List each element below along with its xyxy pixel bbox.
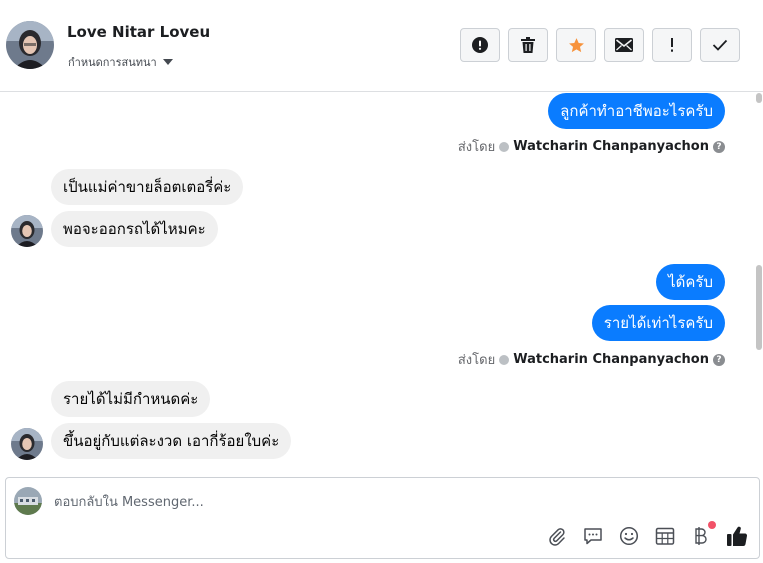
- scrollbar-thumb-top[interactable]: [756, 93, 762, 103]
- conversation-actions: [460, 28, 740, 62]
- help-icon[interactable]: ?: [713, 353, 725, 366]
- done-button[interactable]: [700, 28, 740, 62]
- assign-conversation-dropdown[interactable]: กำหนดการสนทนา: [68, 53, 173, 71]
- composer-toolbar: [545, 521, 749, 548]
- agent-name: Watcharin Chanpanyachon: [513, 352, 709, 367]
- message-bubble-outgoing[interactable]: ได้ครับ: [656, 264, 725, 300]
- paperclip-icon: [549, 528, 565, 546]
- contact-avatar[interactable]: [6, 21, 54, 69]
- sent-by-label: ส่งโดย: [457, 140, 496, 155]
- help-icon[interactable]: ?: [713, 140, 725, 153]
- message-bubble-outgoing[interactable]: ลูกค้าทำอาชีพอะไรครับ: [548, 93, 725, 129]
- follow-up-button[interactable]: [652, 28, 692, 62]
- appointment-icon: [655, 527, 675, 545]
- page-avatar: [14, 487, 42, 515]
- page-badge-icon: [499, 354, 510, 365]
- sent-by-label: ส่งโดย: [457, 353, 496, 368]
- like-button[interactable]: [725, 524, 749, 548]
- caret-down-icon: [162, 59, 173, 65]
- saved-reply-button[interactable]: [581, 524, 605, 548]
- contact-name[interactable]: Love Nitar Loveu: [67, 23, 210, 41]
- contact-small-avatar: [11, 428, 43, 460]
- saved-reply-icon: [584, 528, 602, 545]
- envelope-icon: [615, 38, 633, 52]
- alert-circle-icon: [472, 37, 488, 53]
- page-badge-icon: [499, 141, 510, 152]
- scrollbar-thumb[interactable]: [756, 265, 762, 350]
- message-bubble-outgoing[interactable]: รายได้เท่าไรครับ: [591, 305, 725, 341]
- conversation-header: Love Nitar Loveu กำหนดการสนทนา: [0, 0, 763, 92]
- reply-composer: [5, 477, 760, 559]
- attach-button[interactable]: [545, 524, 569, 548]
- emoji-button[interactable]: [617, 524, 641, 548]
- mark-unread-button[interactable]: [604, 28, 644, 62]
- messenger-inbox-conversation: Love Nitar Loveu กำหนดการสนทนา ลูกค้าทำอ…: [0, 0, 763, 563]
- contact-small-avatar: [11, 215, 43, 247]
- sent-by-info: ส่งโดย Watcharin Chanpanyachon ?: [458, 349, 725, 370]
- assign-conversation-label: กำหนดการสนทนา: [68, 56, 157, 69]
- message-thread[interactable]: ลูกค้าทำอาชีพอะไรครับ ส่งโดย Watcharin C…: [0, 93, 763, 463]
- checkmark-icon: [712, 39, 728, 51]
- agent-name: Watcharin Chanpanyachon: [513, 139, 709, 154]
- star-icon: [568, 37, 584, 52]
- delete-button[interactable]: [508, 28, 548, 62]
- star-button[interactable]: [556, 28, 596, 62]
- spam-button[interactable]: [460, 28, 500, 62]
- baht-icon: [695, 527, 707, 545]
- message-bubble-incoming[interactable]: เป็นแม่ค่าขายล็อตเตอรี่ค่ะ: [51, 169, 244, 205]
- message-bubble-incoming[interactable]: รายได้ไม่มีกำหนดค่ะ: [51, 381, 211, 417]
- emoji-icon: [619, 526, 639, 546]
- sent-by-info: ส่งโดย Watcharin Chanpanyachon ?: [458, 136, 725, 157]
- exclamation-icon: [671, 38, 673, 52]
- notification-dot: [708, 521, 716, 529]
- trash-icon: [521, 37, 535, 53]
- reply-input[interactable]: [54, 491, 534, 513]
- payment-button[interactable]: [689, 521, 716, 548]
- thread-scrollbar[interactable]: [756, 93, 762, 463]
- like-icon: [727, 526, 748, 547]
- message-bubble-incoming[interactable]: ขึ้นอยู่กับแต่ละงวด เอากี่ร้อยใบค่ะ: [51, 423, 292, 459]
- appointment-button[interactable]: [653, 524, 677, 548]
- message-bubble-incoming[interactable]: พอจะออกรถได้ไหมคะ: [51, 211, 218, 247]
